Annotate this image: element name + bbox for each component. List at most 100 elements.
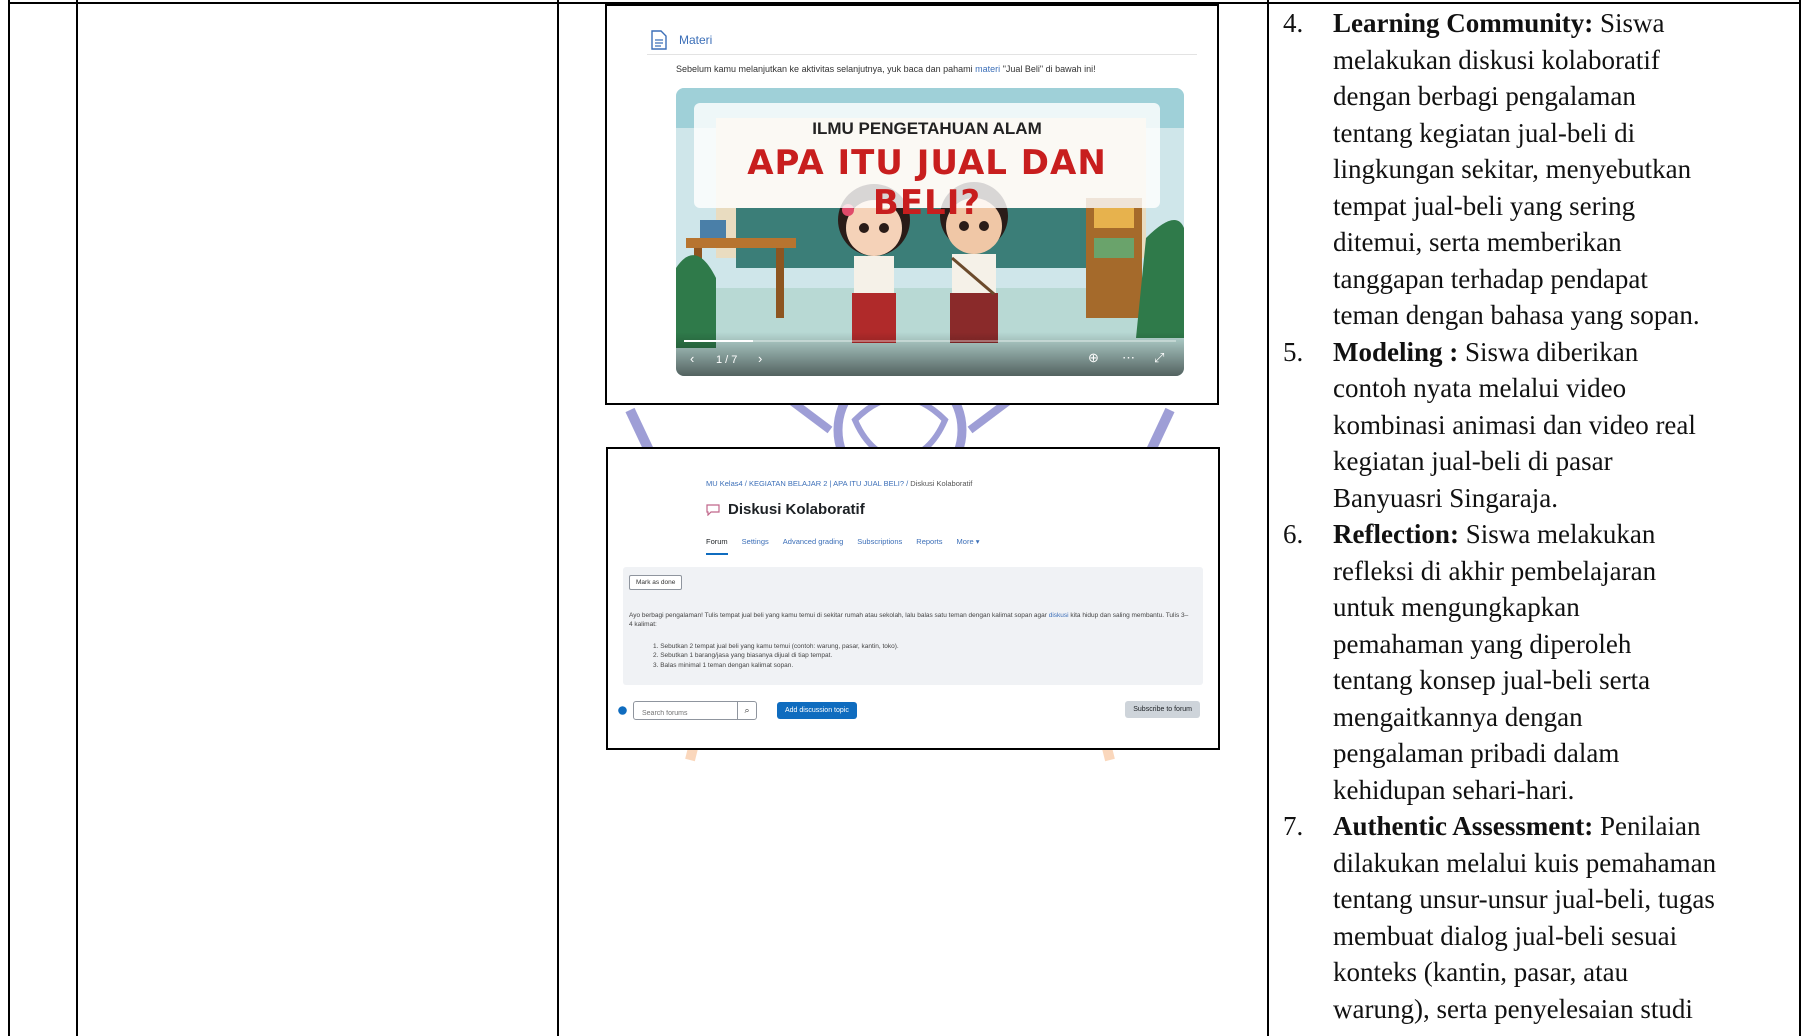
text-line: refleksi di akhir pembelajaran (1333, 553, 1799, 590)
item-text: warung), serta penyelesaian studi (1333, 993, 1693, 1024)
table-border-4 (1267, 0, 1269, 1036)
item-text: Siswa (1593, 8, 1665, 38)
slide-progress-fill (684, 340, 753, 342)
text-line: untuk mengungkapkan (1333, 589, 1799, 626)
item-text: pemahaman yang diperoleh (1333, 628, 1632, 659)
item-text: Penilaian (1593, 811, 1701, 841)
forum-tabs: Forum Settings Advanced grading Subscrip… (706, 537, 979, 555)
item-text: Banyuasri Singaraja. (1333, 482, 1558, 513)
text-line: warung), serta penyelesaian studi (1333, 991, 1799, 1028)
item-text: membuat dialog jual-beli sesuai (1333, 920, 1678, 951)
zoom-icon[interactable]: ⊕ (1088, 350, 1099, 366)
text-line: Banyuasri Singaraja. (1333, 480, 1799, 517)
tab-settings[interactable]: Settings (742, 537, 769, 555)
intro-link[interactable]: diskusi (1049, 612, 1069, 619)
page-title: Diskusi Kolaboratif (728, 501, 865, 518)
list-item: 1. Sebutkan 2 tempat jual beli yang kamu… (653, 643, 899, 650)
tab-reports[interactable]: Reports (916, 537, 942, 555)
item-text: konteks (kantin, pasar, atau (1333, 957, 1629, 987)
add-discussion-topic-button[interactable]: Add discussion topic (777, 702, 857, 719)
text-line: dilakukan melalui kuis pemahaman (1333, 845, 1799, 882)
document-icon (651, 30, 667, 50)
list-item-number: 5. (1283, 336, 1304, 367)
slide-title: APA ITU JUAL DAN BELI? (747, 143, 1107, 223)
list-item: 6. Reflection: Siswa melakukan refleksi di… (1283, 516, 1799, 808)
slide-progress-track[interactable] (684, 340, 1176, 342)
mark-done-button[interactable]: Mark as done (629, 575, 683, 590)
forum-icon (706, 503, 720, 516)
list-item-number: 6. (1283, 519, 1304, 549)
table-border-3 (557, 0, 559, 1036)
item-text: tempat jual-beli yang sering (1333, 190, 1636, 221)
desc-text-1: Sebelum kamu melanjutkan ke aktivitas se… (676, 64, 976, 74)
intro-text-1: Ayo berbagi pengalaman! Tulis tempat jua… (629, 612, 1049, 619)
search-box: ⌕ (633, 701, 757, 720)
item-heading: Learning Community: (1333, 8, 1594, 38)
text-line: kehidupan sehari-hari. (1333, 772, 1799, 809)
item-text: kombinasi animasi dan video real (1333, 409, 1696, 440)
item-text: pengalaman pribadi dalam (1333, 738, 1620, 768)
desc-text-2: "Jual Beli" di bawah ini! (1000, 64, 1096, 74)
tab-advanced-grading[interactable]: Advanced grading (783, 537, 843, 555)
steps-list: 4. Learning Community: Siswa melakukan dis… (1283, 5, 1799, 1027)
text-line: contoh nyata melalui video (1333, 370, 1799, 407)
text-line: tempat jual-beli yang sering (1333, 188, 1799, 225)
list-item: 4. Learning Community: Siswa melakukan dis… (1283, 5, 1799, 334)
text-line: lingkungan sekitar, menyebutkan (1333, 151, 1799, 188)
search-icon[interactable]: ⌕ (737, 702, 756, 719)
materi-title[interactable]: Materi (679, 33, 712, 47)
tab-subscriptions[interactable]: Subscriptions (857, 537, 902, 555)
tab-forum[interactable]: Forum (706, 537, 728, 555)
breadcrumb-item-course[interactable]: MU Kelas4 (706, 479, 743, 488)
item-text: contoh nyata melalui video (1333, 373, 1627, 403)
text-line: tentang konsep jual-beli serta (1333, 662, 1799, 699)
materi-description: Sebelum kamu melanjutkan ke aktivitas se… (676, 64, 1096, 74)
list-item-number: 4. (1283, 8, 1304, 38)
search-input[interactable] (640, 709, 740, 718)
forum-description-box: Mark as done Ayo berbagi pengalaman! Tul… (623, 567, 1203, 685)
list-item: 7. Authentic Assessment: Penilaian dilakuk… (1283, 808, 1799, 1027)
text-line: konteks (kantin, pasar, atau (1333, 954, 1799, 991)
item-text: melakukan diskusi kolaboratif (1333, 44, 1660, 75)
item-text: tentang konsep jual-beli serta (1333, 665, 1651, 695)
fullscreen-icon[interactable]: ⤢ (1154, 350, 1164, 366)
list-item-body: Modeling : Siswa diberikan contoh nyata m… (1333, 334, 1799, 517)
more-options-icon[interactable]: ⋯ (1122, 350, 1135, 366)
materi-screenshot: Materi Sebelum kamu melanjutkan ke aktiv… (605, 4, 1219, 405)
text-line: membuat dialog jual-beli sesuai (1333, 918, 1799, 955)
prev-slide-icon[interactable]: ‹ (690, 351, 694, 366)
forum-actions: ⌕ Add discussion topic (618, 701, 857, 720)
forum-intro-text: Ayo berbagi pengalaman! Tulis tempat jua… (629, 611, 1189, 629)
info-icon[interactable] (618, 706, 627, 715)
item-text: ditemui, serta memberikan (1333, 227, 1622, 257)
item-text: untuk mengungkapkan (1333, 592, 1580, 622)
tab-more[interactable]: More ▾ (957, 537, 980, 555)
item-text: teman dengan bahasa yang sopan. (1333, 300, 1700, 330)
subscribe-forum-button[interactable]: Subscribe to forum (1125, 701, 1200, 718)
item-text: lingkungan sekitar, menyebutkan (1333, 154, 1692, 184)
item-text: Siswa diberikan (1458, 336, 1639, 367)
text-line: mengaitkannya dengan (1333, 699, 1799, 736)
list-item-body: Learning Community: Siswa melakukan disku… (1333, 5, 1799, 334)
materi-link[interactable]: materi (975, 64, 1000, 74)
text-line: Learning Community: Siswa (1333, 5, 1799, 42)
text-line: pemahaman yang diperoleh (1333, 626, 1799, 663)
item-text: refleksi di akhir pembelajaran (1333, 555, 1657, 586)
item-text: tanggapan terhadap pendapat (1333, 263, 1648, 294)
slide-subtitle: ILMU PENGETAHUAN ALAM (812, 119, 1042, 138)
text-line: kegiatan jual-beli di pasar (1333, 443, 1799, 480)
item-heading: Reflection: (1333, 519, 1459, 549)
breadcrumb: MU Kelas4 / KEGIATAN BELAJAR 2 | APA ITU… (706, 479, 973, 488)
item-heading: Modeling : (1333, 336, 1459, 367)
text-line: tentang kegiatan jual-beli di (1333, 115, 1799, 152)
breadcrumb-item-section[interactable]: KEGIATAN BELAJAR 2 | APA ITU JUAL BELI? (749, 479, 904, 488)
list-item: 2. Sebutkan 1 barang/jasa yang biasanya … (653, 652, 833, 660)
list-item: 3. Balas minimal 1 teman dengan kalimat … (653, 661, 794, 669)
item-text: Siswa melakukan (1458, 519, 1656, 549)
next-slide-icon[interactable]: › (758, 351, 762, 366)
presentation-slide[interactable]: ILMU PENGETAHUAN ALAM APA ITU JUAL DAN B… (676, 88, 1184, 376)
forum-header: Diskusi Kolaboratif (706, 501, 865, 518)
item-text: dilakukan melalui kuis pemahaman (1333, 847, 1717, 878)
forum-screenshot: MU Kelas4 / KEGIATAN BELAJAR 2 | APA ITU… (606, 447, 1220, 750)
list-item-body: Authentic Assessment: Penilaian dilakukan… (1333, 808, 1799, 1027)
